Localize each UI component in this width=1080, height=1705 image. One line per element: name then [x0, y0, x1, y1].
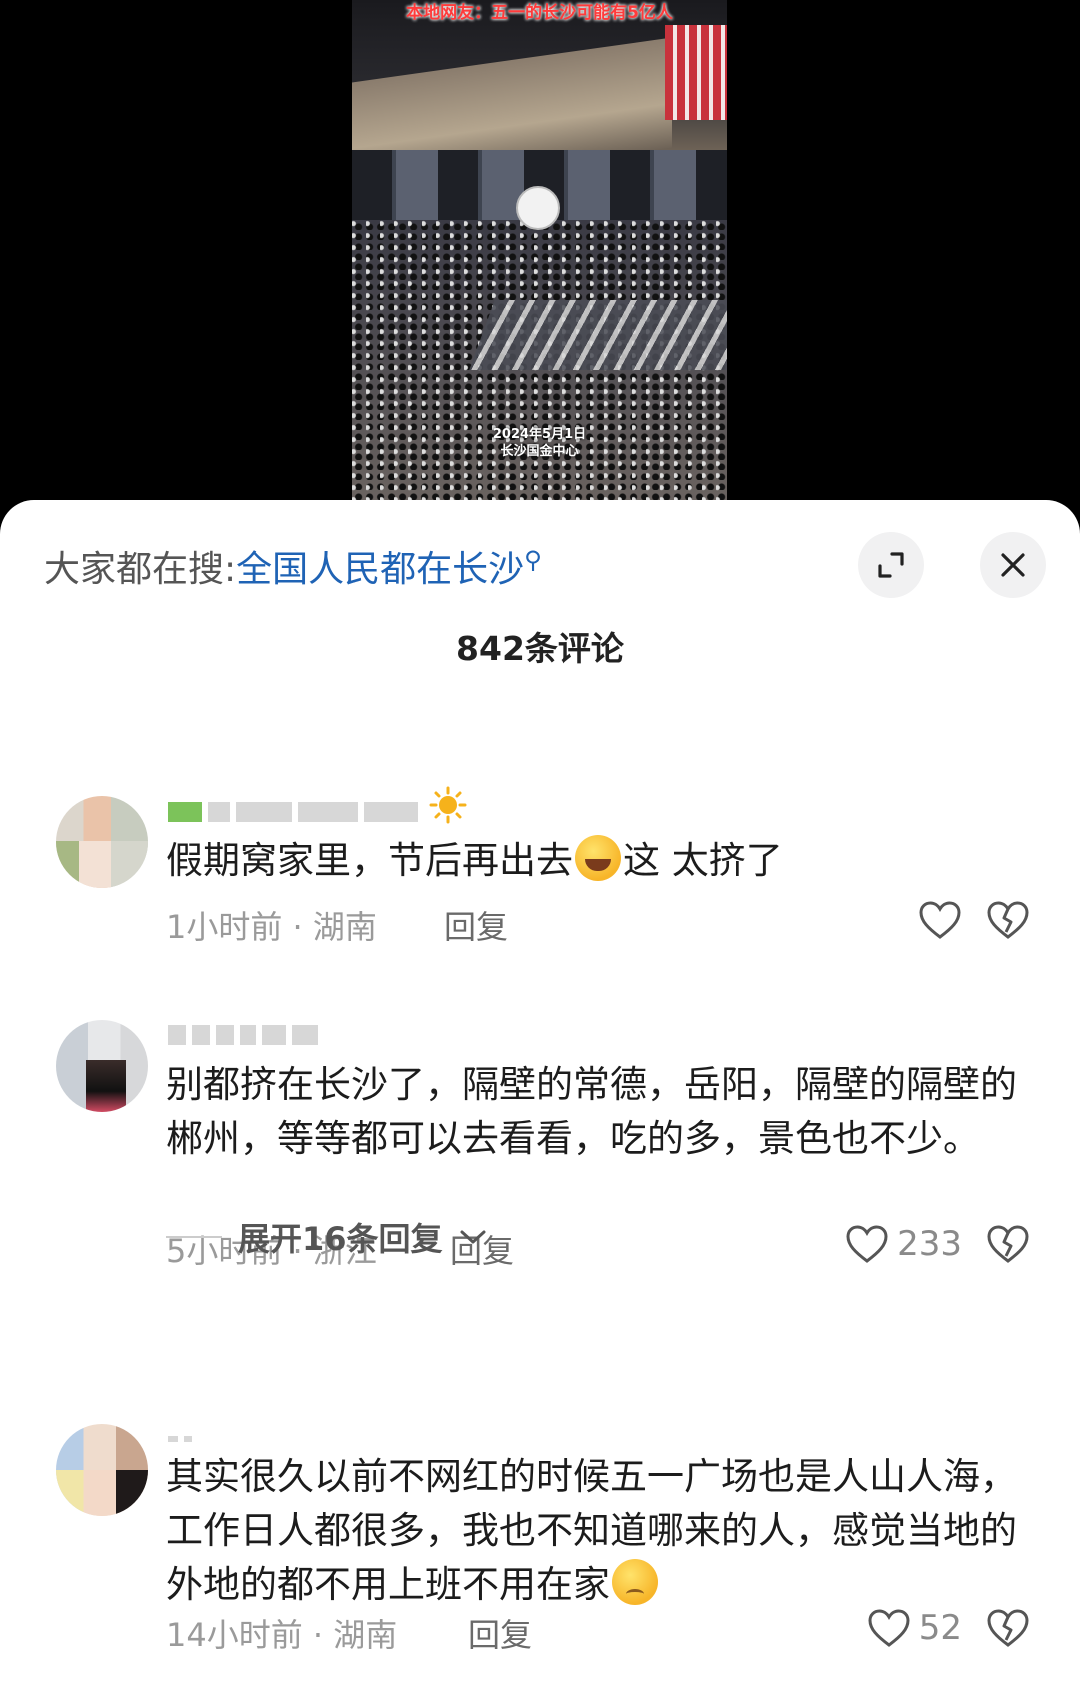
sad-emoji-icon: [612, 1559, 658, 1605]
reply-button[interactable]: 回复: [468, 1610, 532, 1656]
comment-text-body: 其实很久以前不网红的时候五一广场也是人山人海，工作日人都很多，我也不知道哪来的人…: [166, 1455, 1017, 1606]
like-count: 52: [918, 1608, 962, 1648]
broken-heart-icon: [987, 1225, 1029, 1263]
video-scene-crosswalk: [469, 300, 727, 370]
avatar[interactable]: [56, 1020, 148, 1112]
video-stamp: 2024年5月1日 长沙国金中心: [352, 426, 727, 460]
expand-icon: [878, 552, 904, 578]
heart-icon: [846, 1225, 888, 1263]
trending-search-prefix: 大家都在搜:: [44, 549, 237, 590]
dislike-button[interactable]: [986, 900, 1030, 944]
heart-icon: [919, 901, 961, 939]
comment-text: 假期窝家里，节后再出去 这 太挤了: [166, 834, 1026, 888]
video-date-stamp: 2024年5月1日: [492, 427, 587, 442]
sun-icon: [429, 786, 467, 824]
avatar[interactable]: [56, 796, 148, 888]
username-blurred[interactable]: [168, 786, 467, 824]
video-caption: 本地网友：五一的长沙可能有5亿人: [406, 3, 673, 23]
username-blurred[interactable]: [168, 1428, 198, 1450]
comment-text-part: 假期窝家里，节后再出去: [166, 839, 573, 882]
like-button[interactable]: 233: [845, 1224, 962, 1264]
dislike-button[interactable]: [986, 1224, 1030, 1268]
close-button[interactable]: [980, 532, 1046, 598]
expand-replies-label: 展开16条回复: [238, 1220, 443, 1258]
video-location-stamp: 长沙国金中心: [500, 444, 579, 459]
trending-search[interactable]: 大家都在搜:全国人民都在长沙⚲: [44, 540, 542, 592]
comment-text-part: 这 太挤了: [623, 839, 783, 882]
username-blurred[interactable]: [168, 1024, 324, 1046]
expand-button[interactable]: [858, 532, 924, 598]
search-icon: ⚲: [524, 546, 542, 574]
like-button[interactable]: 52: [867, 1608, 962, 1648]
avatar[interactable]: [56, 1424, 148, 1516]
video-frame[interactable]: 本地网友：五一的长沙可能有5亿人 2024年5月1日 长沙国金中心: [352, 0, 727, 500]
comment-count: 842条评论: [456, 629, 624, 668]
video-player[interactable]: 本地网友：五一的长沙可能有5亿人 2024年5月1日 长沙国金中心: [0, 0, 1080, 520]
heart-icon: [868, 1609, 910, 1647]
like-count: 233: [897, 1224, 962, 1264]
comment-meta: 1小时前 · 湖南: [166, 908, 377, 946]
trending-search-term[interactable]: 全国人民都在长沙: [236, 549, 524, 590]
broken-heart-icon: [987, 1609, 1029, 1647]
expand-replies-divider: [166, 1236, 222, 1238]
video-scene-ball: [516, 186, 560, 230]
rolling-laughing-emoji-icon: [575, 835, 621, 881]
expand-replies-button[interactable]: 展开16条回复: [166, 1214, 487, 1260]
like-button[interactable]: [918, 900, 962, 940]
comment-meta: 14小时前 · 湖南: [166, 1616, 398, 1654]
chevron-down-icon: [460, 1230, 486, 1244]
video-scene-banner: [665, 25, 727, 120]
comment-text: 别都挤在长沙了，隔壁的常德，岳阳，隔壁的隔壁的郴州，等等都可以去看看，吃的多，景…: [166, 1063, 1017, 1160]
dislike-button[interactable]: [986, 1608, 1030, 1652]
comment-text: 其实很久以前不网红的时候五一广场也是人山人海，工作日人都很多，我也不知道哪来的人…: [166, 1450, 1026, 1612]
broken-heart-icon: [987, 901, 1029, 939]
reply-button[interactable]: 回复: [444, 902, 508, 948]
close-icon: [1001, 553, 1025, 577]
comment-sheet: 大家都在搜:全国人民都在长沙⚲ 842条评论 假期窝家里，节后再出去 这 太挤了…: [0, 500, 1080, 1705]
